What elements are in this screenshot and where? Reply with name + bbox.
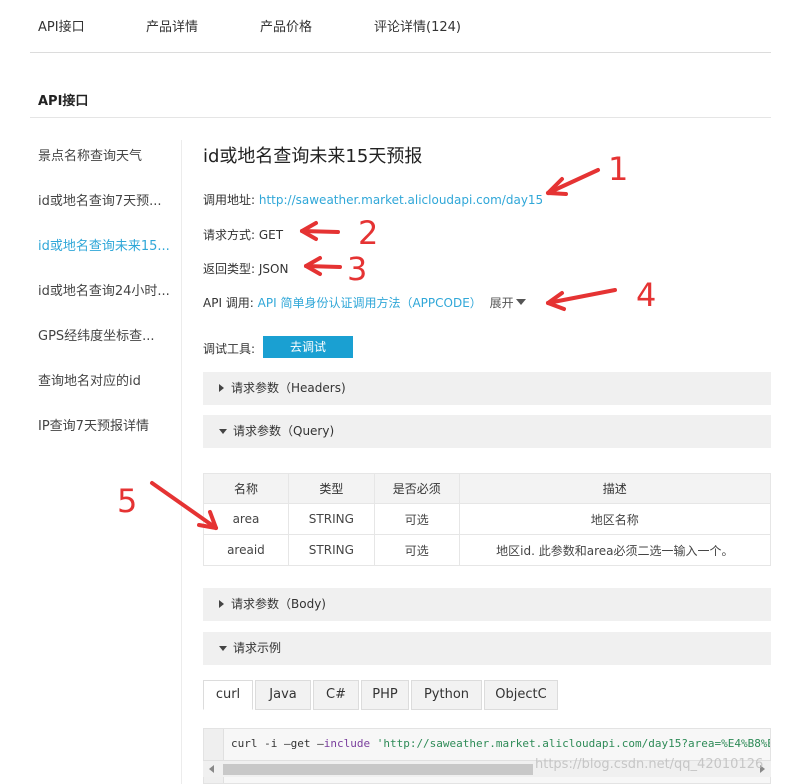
cell-description: 地区名称 xyxy=(458,503,772,535)
accordion-query-label: 请求参数（Query) xyxy=(233,424,335,438)
annotation-number-5: 5 xyxy=(117,482,137,520)
section-title: API接口 xyxy=(38,94,89,109)
cell-required: 可选 xyxy=(373,534,460,566)
accordion-body[interactable]: 请求参数（Body) xyxy=(203,588,771,621)
side-item-ip-forecast[interactable]: IP查询7天预报详情 xyxy=(38,415,173,434)
side-item-gps-query[interactable]: GPS经纬度坐标查... xyxy=(38,325,173,344)
debug-label: 调试工具: xyxy=(203,342,256,356)
code-tab-csharp[interactable]: C# xyxy=(313,680,359,710)
side-item-7day-forecast[interactable]: id或地名查询7天预... xyxy=(38,190,173,209)
annotation-arrow-2 xyxy=(300,221,340,241)
col-header-type: 类型 xyxy=(287,473,375,504)
appcode-auth-link[interactable]: API 简单身份认证调用方法（APPCODE） xyxy=(258,296,482,310)
code-tab-curl[interactable]: curl xyxy=(203,680,253,710)
top-divider xyxy=(30,52,771,53)
annotation-number-4: 4 xyxy=(636,276,656,314)
tab-product-details[interactable]: 产品详情 xyxy=(146,16,198,35)
code-tab-php[interactable]: PHP xyxy=(361,680,409,710)
code-string: 'http://saweather.market.alicloudapi.com… xyxy=(376,737,770,750)
address-row: 调用地址: http://saweather.market.alicloudap… xyxy=(203,191,543,208)
sidebar-divider xyxy=(181,140,182,784)
api-title: id或地名查询未来15天预报 xyxy=(203,146,423,167)
accordion-example[interactable]: 请求示例 xyxy=(203,632,771,665)
scroll-left-icon[interactable] xyxy=(209,765,214,773)
side-item-24hour-forecast[interactable]: id或地名查询24小时... xyxy=(38,280,173,299)
code-tab-python[interactable]: Python xyxy=(411,680,482,710)
address-label: 调用地址: xyxy=(203,193,256,207)
return-label: 返回类型: xyxy=(203,262,256,276)
code-cmd: curl -i —get — xyxy=(231,737,324,750)
accordion-headers-label: 请求参数（Headers) xyxy=(231,381,346,395)
expand-label: 展开 xyxy=(489,296,514,310)
side-item-area-id[interactable]: 查询地名对应的id xyxy=(38,370,173,389)
table-row: area STRING 可选 地区名称 xyxy=(203,503,772,535)
cell-type: STRING xyxy=(287,534,375,566)
tab-product-price[interactable]: 产品价格 xyxy=(260,16,312,35)
cell-name: area xyxy=(203,503,289,535)
caret-right-icon xyxy=(219,600,224,608)
code-tab-objectc[interactable]: ObjectC xyxy=(484,680,558,710)
table-row: areaid STRING 可选 地区id. 此参数和area必须二选一输入一个… xyxy=(203,534,772,566)
code-keyword: include xyxy=(323,737,371,750)
col-header-description: 描述 xyxy=(458,473,772,504)
annotation-number-3: 3 xyxy=(347,250,367,288)
accordion-body-label: 请求参数（Body) xyxy=(231,597,326,611)
annotation-arrow-3 xyxy=(304,256,342,276)
annotation-number-2: 2 xyxy=(358,214,378,252)
col-header-name: 名称 xyxy=(203,473,289,504)
table-header-row: 名称 类型 是否必须 描述 xyxy=(203,473,772,504)
code-tab-java[interactable]: Java xyxy=(255,680,311,710)
col-header-required: 是否必须 xyxy=(373,473,460,504)
annotation-arrow-1 xyxy=(546,168,600,196)
cell-name: areaid xyxy=(203,534,289,566)
section-divider xyxy=(30,117,771,118)
call-row: API 调用: API 简单身份认证调用方法（APPCODE） 展开 xyxy=(203,294,526,311)
annotation-number-1: 1 xyxy=(608,150,628,188)
code-line: curl -i —get —include 'http://saweather.… xyxy=(231,737,770,750)
watermark: https://blog.csdn.net/qq_42010126 xyxy=(535,757,764,772)
cell-type: STRING xyxy=(287,503,375,535)
call-label: API 调用: xyxy=(203,296,254,310)
tab-api[interactable]: API接口 xyxy=(38,16,85,35)
side-item-15day-forecast[interactable]: id或地名查询未来15... xyxy=(38,235,173,254)
annotation-arrow-4 xyxy=(546,288,617,311)
caret-down-icon xyxy=(219,646,227,651)
method-row: 请求方式: GET xyxy=(203,226,283,243)
accordion-headers[interactable]: 请求参数（Headers) xyxy=(203,372,771,405)
side-item-scenic-weather[interactable]: 景点名称查询天气 xyxy=(38,145,173,164)
method-label: 请求方式: xyxy=(203,228,256,242)
tab-reviews[interactable]: 评论详情(124) xyxy=(374,16,461,35)
scrollbar-thumb[interactable] xyxy=(223,764,533,775)
cell-description: 地区id. 此参数和area必须二选一输入一个。 xyxy=(458,534,772,566)
expand-toggle[interactable]: 展开 xyxy=(490,296,526,310)
accordion-example-label: 请求示例 xyxy=(233,641,282,655)
return-value: JSON xyxy=(258,262,289,276)
caret-right-icon xyxy=(219,384,224,392)
caret-down-icon xyxy=(515,299,526,305)
address-link[interactable]: http://saweather.market.alicloudapi.com/… xyxy=(259,193,543,207)
caret-down-icon xyxy=(219,429,227,434)
params-table: 名称 类型 是否必须 描述 area STRING 可选 地区名称 areaid… xyxy=(203,473,772,566)
cell-required: 可选 xyxy=(373,503,460,535)
debug-button[interactable]: 去调试 xyxy=(263,336,353,358)
return-row: 返回类型: JSON xyxy=(203,260,288,277)
method-value: GET xyxy=(258,228,284,242)
accordion-query[interactable]: 请求参数（Query) xyxy=(203,415,771,448)
